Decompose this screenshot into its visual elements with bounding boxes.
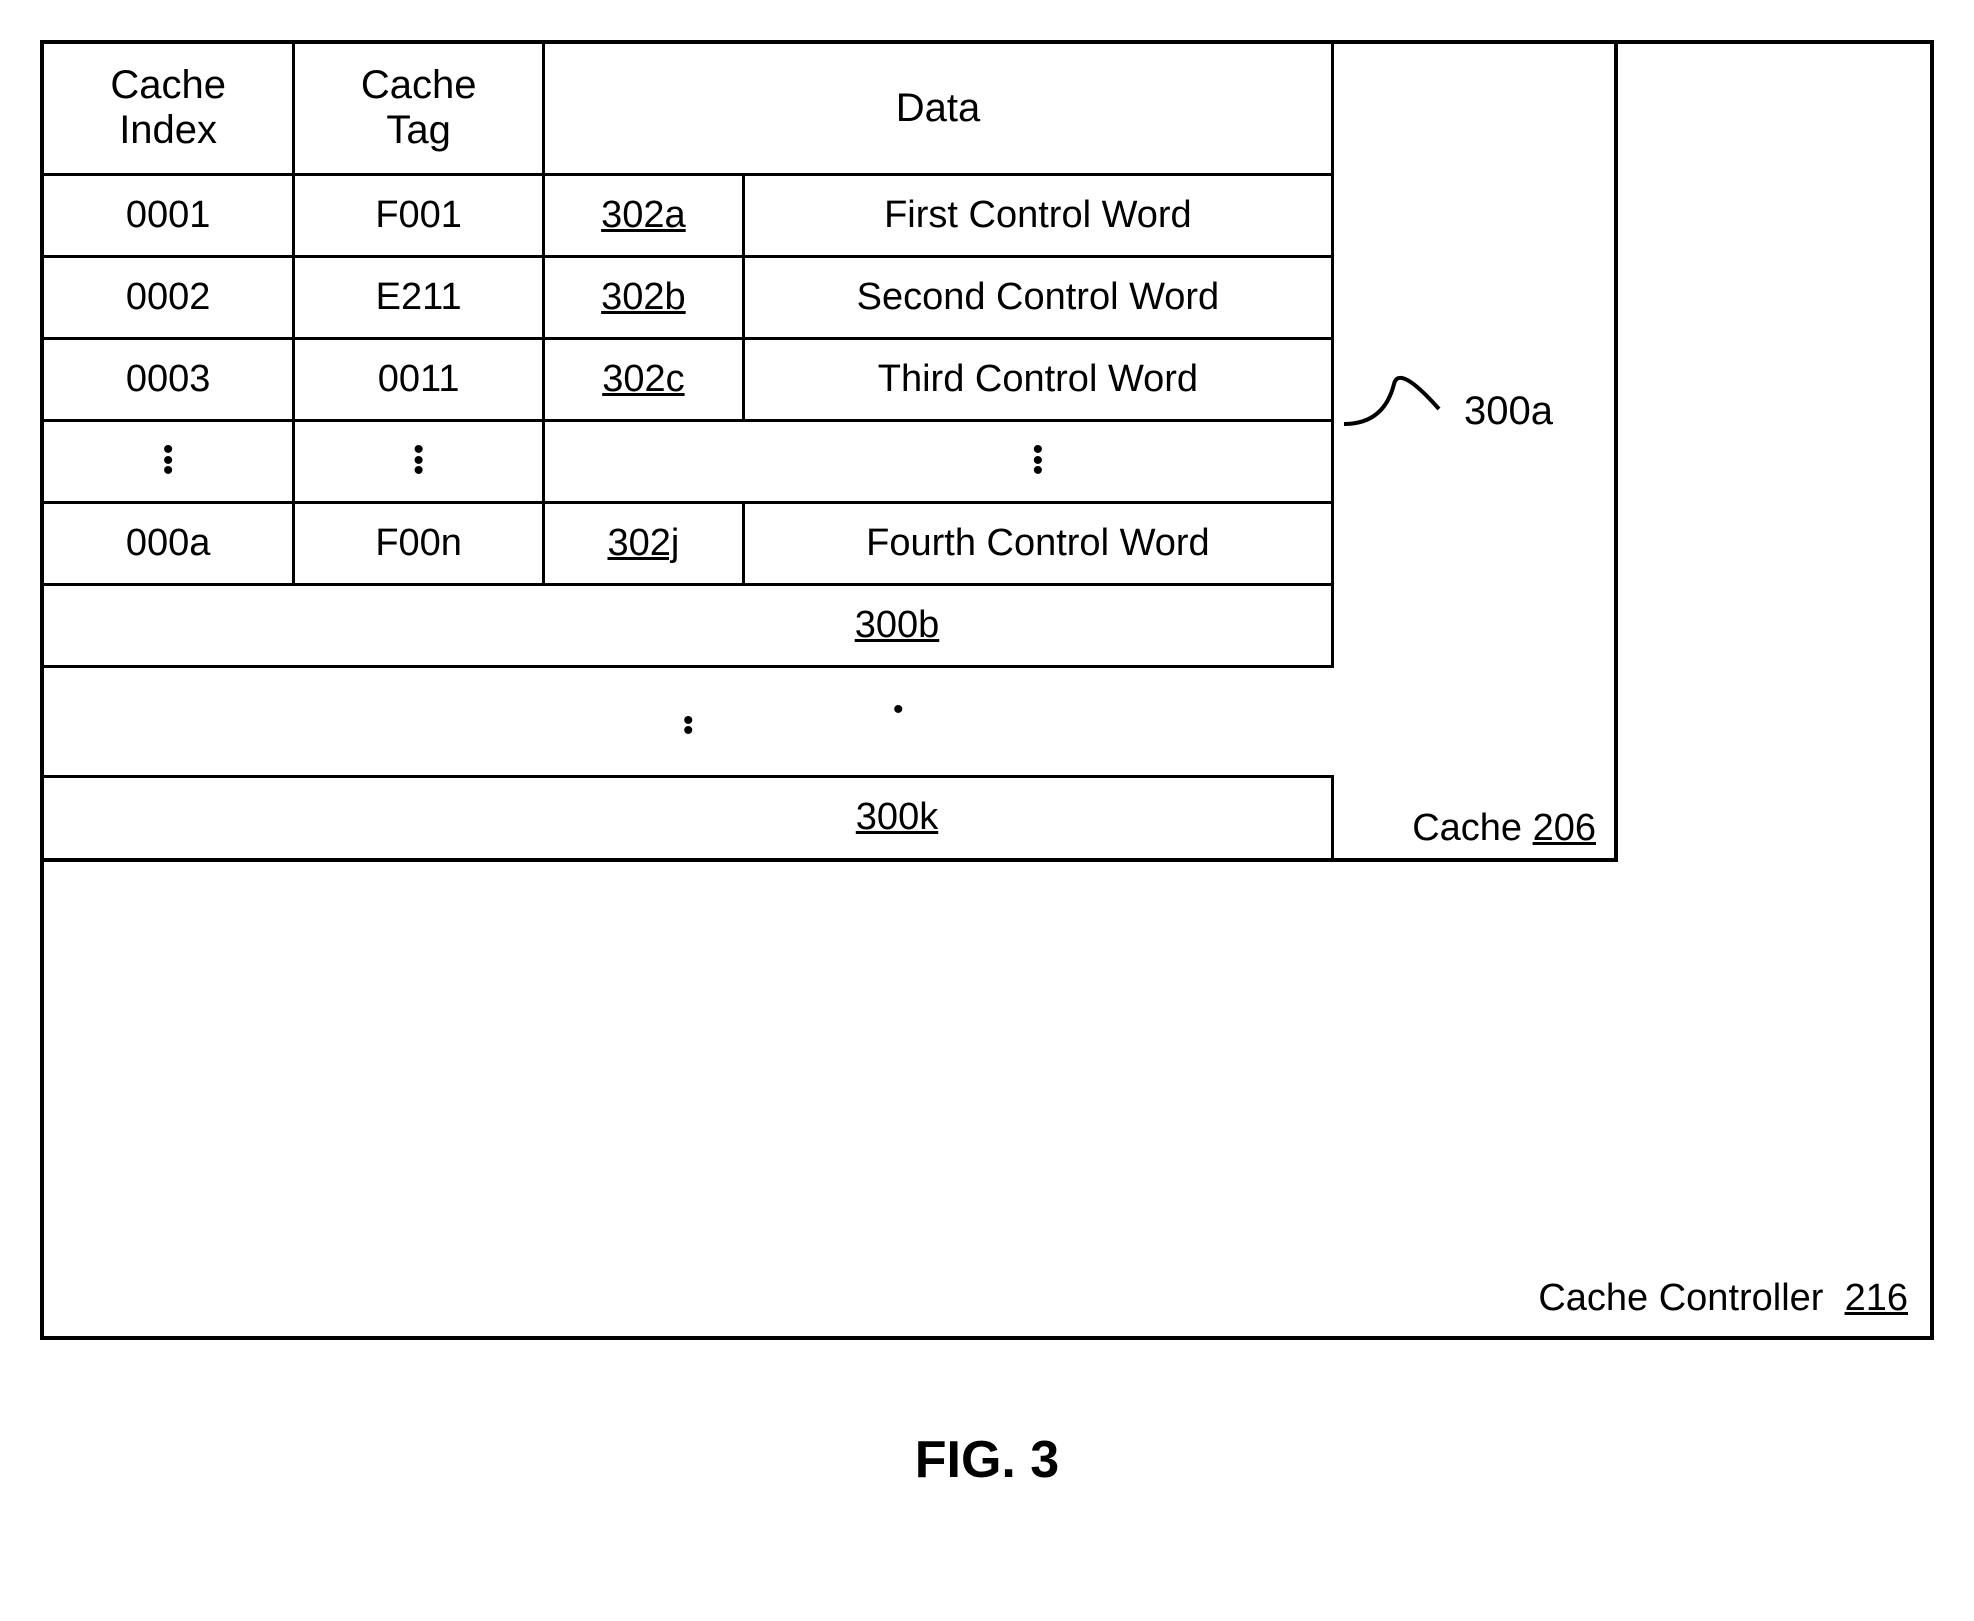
cell-index: 000a: [44, 502, 294, 584]
cache-controller-label: Cache Controller 216: [1538, 1277, 1908, 1320]
cell-blank: [544, 420, 744, 502]
slab-ref: 300k: [44, 776, 1333, 858]
table-row: 0003 0011 302c Third Control Word: [44, 338, 1333, 420]
slab-row-k: 300k: [44, 776, 1333, 858]
slab-row-b: 300b: [44, 584, 1333, 666]
cell-index: 0003: [44, 338, 294, 420]
slab-gap-ellipsis: •••: [44, 666, 1333, 776]
cache-box: Cache Index Cache Tag Data 0001 F001 302…: [44, 44, 1618, 862]
table-row-ellipsis: ••• ••• •••: [44, 420, 1333, 502]
cell-index: 0002: [44, 256, 294, 338]
table-row: 000a F00n 302j Fourth Control Word: [44, 502, 1333, 584]
col-header-tag: Cache Tag: [294, 44, 544, 174]
cache-controller-box: Cache Index Cache Tag Data 0001 F001 302…: [40, 40, 1934, 1340]
cell-ellipsis: •••: [44, 420, 294, 502]
cell-tag: F00n: [294, 502, 544, 584]
cell-tag: E211: [294, 256, 544, 338]
cell-ref: 302c: [544, 338, 744, 420]
cell-desc: Second Control Word: [743, 256, 1332, 338]
cell-ref: 302a: [544, 174, 744, 256]
callout-label: 300a: [1464, 389, 1553, 434]
cell-index: 0001: [44, 174, 294, 256]
cache-label: Cache 206: [1412, 807, 1596, 850]
cell-ellipsis: •••: [294, 420, 544, 502]
cell-desc: First Control Word: [743, 174, 1332, 256]
cell-ref: 302b: [544, 256, 744, 338]
cell-ref: 302j: [544, 502, 744, 584]
cell-ellipsis: •••: [743, 420, 1332, 502]
figure-caption: FIG. 3: [40, 1430, 1934, 1490]
table-row: 0001 F001 302a First Control Word: [44, 174, 1333, 256]
col-header-data: Data: [544, 44, 1333, 174]
cell-desc: Third Control Word: [743, 338, 1332, 420]
cell-desc: Fourth Control Word: [743, 502, 1332, 584]
table-row: 0002 E211 302b Second Control Word: [44, 256, 1333, 338]
cache-table: Cache Index Cache Tag Data 0001 F001 302…: [44, 44, 1334, 858]
slab-ref: 300b: [44, 584, 1333, 666]
cell-tag: 0011: [294, 338, 544, 420]
cell-ellipsis: •••: [44, 666, 1333, 776]
col-header-index: Cache Index: [44, 44, 294, 174]
cell-tag: F001: [294, 174, 544, 256]
table-header-row: Cache Index Cache Tag Data: [44, 44, 1333, 174]
